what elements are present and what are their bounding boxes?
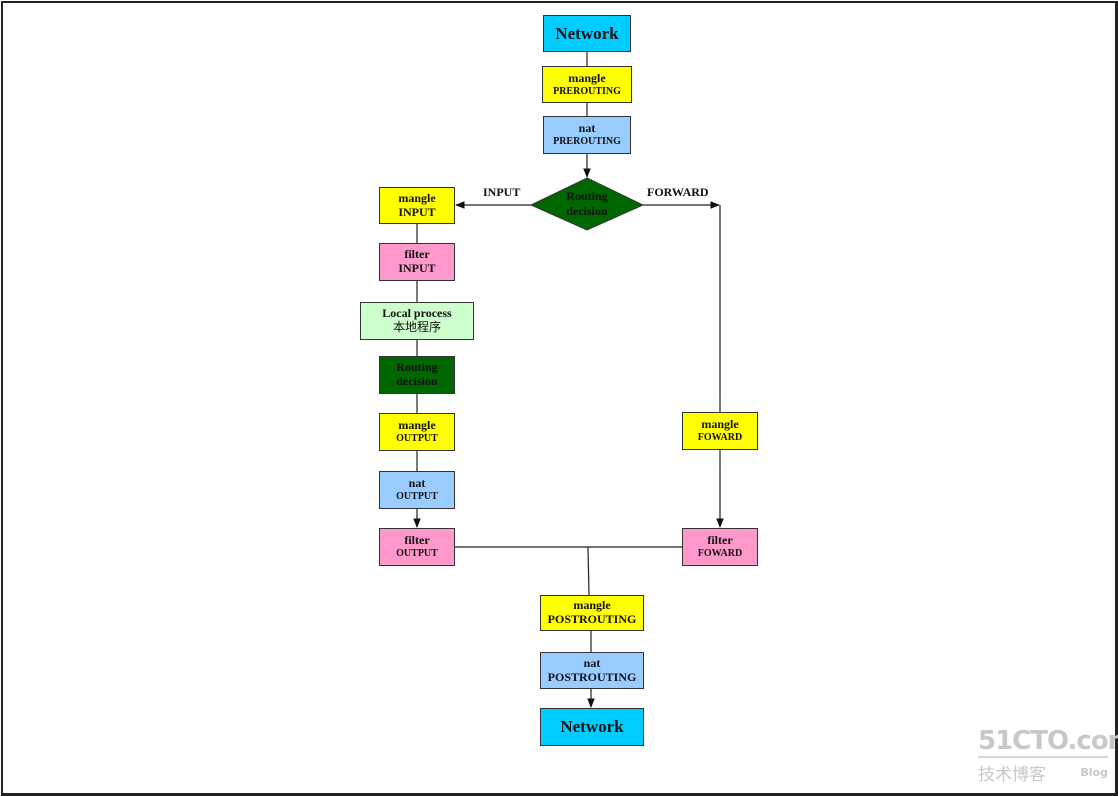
node-line2: OUTPUT bbox=[396, 491, 438, 503]
node-line2: decision bbox=[396, 374, 438, 388]
node-line1: nat bbox=[583, 655, 601, 670]
network-bottom-node: Network bbox=[540, 708, 644, 746]
node-line2: OUTPUT bbox=[396, 548, 438, 560]
local-process-node: Local process 本地程序 bbox=[360, 302, 474, 340]
node-line2: FOWARD bbox=[697, 432, 743, 444]
network-bottom-label: Network bbox=[560, 717, 624, 737]
filter-input-node: filter INPUT bbox=[379, 243, 455, 281]
nat-postrouting-node: nat POSTROUTING bbox=[540, 652, 644, 689]
routing-decision-diamond bbox=[529, 177, 645, 231]
node-line2: 本地程序 bbox=[392, 320, 441, 334]
watermark-subtitle: 技术博客 bbox=[978, 765, 1046, 785]
watermark-site: 51CTO.com bbox=[978, 726, 1118, 758]
node-line1: mangle bbox=[568, 70, 606, 85]
watermark: 51CTO.com 技术博客 Blog bbox=[978, 726, 1118, 785]
node-line1: mangle bbox=[398, 190, 436, 205]
mangle-output-node: mangle OUTPUT bbox=[379, 413, 455, 451]
watermark-blog: Blog bbox=[1080, 766, 1108, 779]
node-line1: Routing bbox=[396, 360, 438, 375]
edge-label-input: INPUT bbox=[483, 185, 521, 199]
node-line1: nat bbox=[578, 121, 596, 136]
edge-label-forward: FORWARD bbox=[647, 185, 709, 199]
nat-prerouting-node: nat PREROUTING bbox=[543, 116, 631, 154]
node-line2: POSTROUTING bbox=[547, 669, 637, 684]
mangle-foward-node: mangle FOWARD bbox=[682, 412, 758, 450]
node-line1: filter bbox=[707, 533, 733, 548]
node-line1: mangle bbox=[573, 598, 611, 613]
node-line1: mangle bbox=[701, 417, 739, 432]
routing-decision-2-node: Routing decision bbox=[379, 356, 455, 394]
node-line1: Local process bbox=[382, 306, 452, 321]
nat-output-node: nat OUTPUT bbox=[379, 471, 455, 509]
node-line1: filter bbox=[404, 533, 430, 548]
filter-output-node: filter OUTPUT bbox=[379, 528, 455, 566]
node-line1: nat bbox=[408, 476, 426, 491]
node-line2: POSTROUTING bbox=[547, 612, 637, 626]
node-line2: INPUT bbox=[398, 204, 436, 219]
edge-join-postrouting bbox=[587, 546, 590, 596]
node-line2: PREROUTING bbox=[553, 85, 621, 97]
network-top-node: Network bbox=[543, 15, 631, 52]
node-line2: INPUT bbox=[398, 261, 436, 275]
filter-foward-node: filter FOWARD bbox=[682, 528, 758, 566]
mangle-prerouting-node: mangle PREROUTING bbox=[542, 66, 632, 103]
mangle-input-node: mangle INPUT bbox=[379, 187, 455, 224]
node-line2: OUTPUT bbox=[396, 433, 438, 445]
network-top-label: Network bbox=[555, 23, 619, 43]
mangle-postrouting-node: mangle POSTROUTING bbox=[540, 595, 644, 631]
node-line1: mangle bbox=[398, 418, 436, 433]
node-line2: FOWARD bbox=[697, 548, 743, 560]
node-line1: filter bbox=[404, 247, 430, 262]
node-line2: PREROUTING bbox=[553, 136, 621, 148]
